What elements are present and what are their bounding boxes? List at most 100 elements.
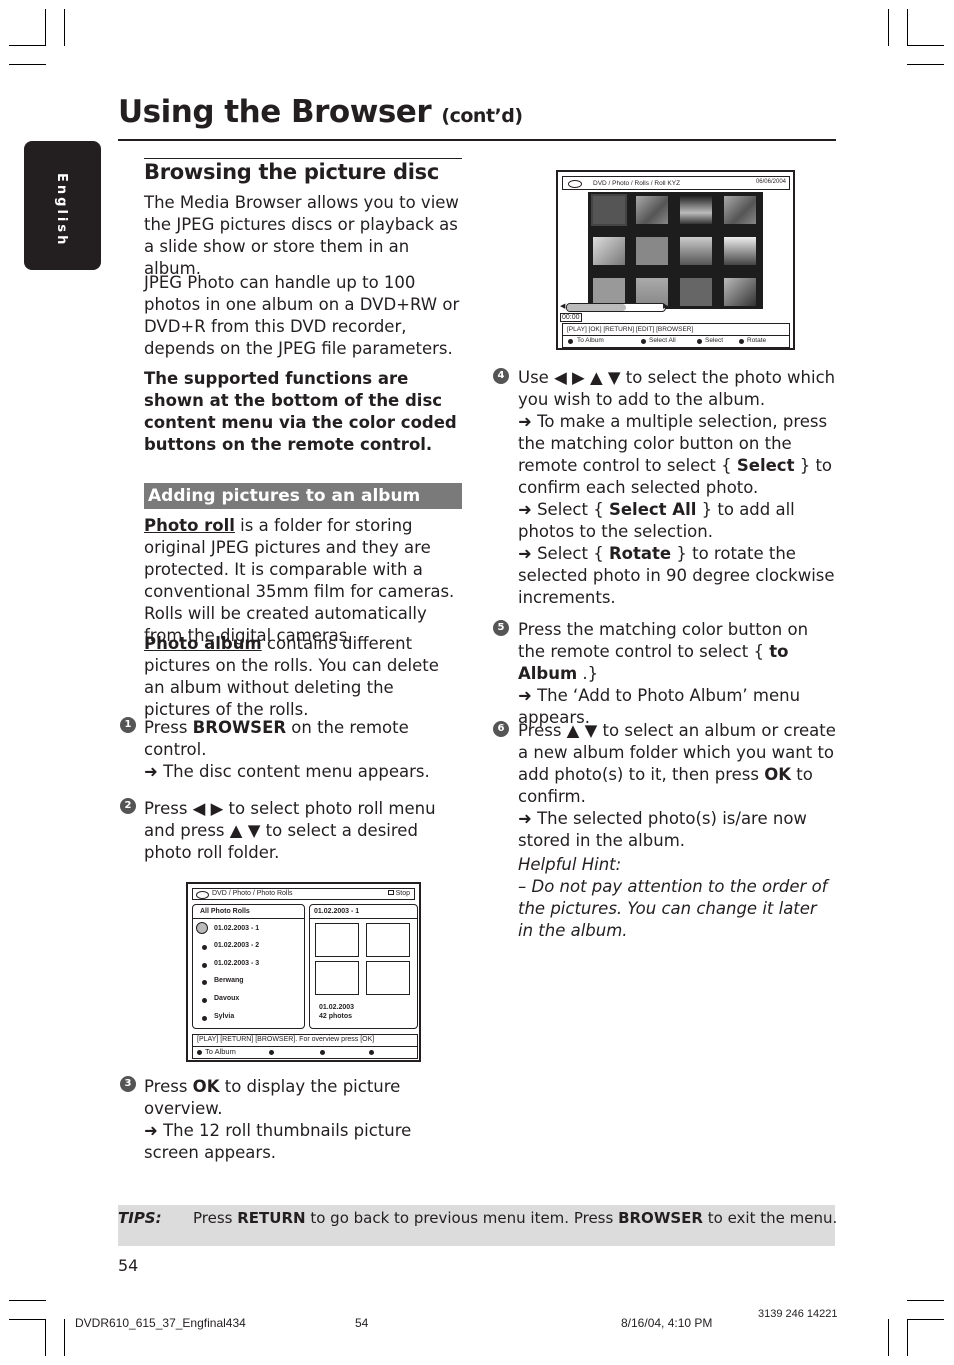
- capacity-paragraph: JPEG Photo can handle up to 100 photos i…: [144, 273, 460, 358]
- step-3-text: Press: [144, 1077, 193, 1096]
- crop-mark: [9, 1300, 46, 1301]
- roll-list-title: All Photo Rolls: [200, 908, 250, 915]
- hint-bar-text: [PLAY] [OK] [RETURN] [EDIT] [BROWSER]: [567, 326, 694, 333]
- intro-paragraph: The Media Browser allows you to view the…: [144, 193, 459, 278]
- crop-mark: [888, 1319, 889, 1356]
- step-5-text-end: .}: [577, 664, 599, 683]
- step-1-text: Press: [144, 718, 193, 737]
- photo-roll-desc: is a folder for storing original JPEG pi…: [144, 516, 455, 645]
- step-6-result: ➜ The selected photo(s) is/are now store…: [518, 809, 807, 850]
- roll-item[interactable]: 01.02.2003 - 1: [214, 925, 259, 932]
- step-number-3: 3: [120, 1076, 136, 1092]
- title-divider: [118, 139, 836, 141]
- page-title: Using the Browser (cont’d): [118, 94, 523, 130]
- bullet-icon: [202, 998, 207, 1003]
- roll-item[interactable]: Davoux: [214, 995, 239, 1002]
- color-button-dot[interactable]: [320, 1050, 325, 1055]
- helpful-hint: Helpful Hint: – Do not pay attention to t…: [518, 854, 828, 942]
- tips-box: TIPS: Press RETURN to go back to previou…: [118, 1205, 837, 1246]
- color-button-label[interactable]: To Album: [577, 337, 604, 344]
- time-slider[interactable]: [566, 303, 666, 312]
- supported-functions-note: The supported functions are shown at the…: [144, 369, 457, 454]
- tips-text: Press RETURN to go back to previous menu…: [193, 1209, 837, 1227]
- rewind-icon[interactable]: ◀: [560, 302, 565, 310]
- color-button-dot[interactable]: [369, 1050, 374, 1055]
- color-button-dot: [568, 339, 573, 344]
- preview-count: 42 photos: [319, 1013, 353, 1020]
- step-6-key: OK: [764, 765, 792, 784]
- photo-thumbnail[interactable]: [680, 278, 712, 306]
- color-button-label[interactable]: Rotate: [747, 337, 766, 344]
- crop-mark: [9, 64, 46, 65]
- screen-path: DVD / Photo / Rolls / Roll KYZ: [593, 180, 681, 187]
- step-4-key-select: Select: [736, 456, 795, 475]
- step-4: Use ◀ ▶ ▲ ▼ to select the photo which yo…: [518, 367, 838, 609]
- photo-thumbnail[interactable]: [724, 196, 756, 224]
- photo-thumbnail[interactable]: [636, 237, 668, 265]
- roll-item[interactable]: Berwang: [214, 977, 244, 984]
- step-4-text: Use ◀ ▶ ▲ ▼ to select the photo which yo…: [518, 368, 836, 409]
- photo-thumbnail[interactable]: [593, 237, 625, 265]
- crop-mark: [907, 45, 944, 46]
- screen-date: 06/06/2004: [755, 179, 786, 185]
- footer-datetime: 8/16/04, 4:10 PM: [621, 1316, 713, 1330]
- color-button-dot: [697, 339, 702, 344]
- screen-top-bar: DVD / Photo / Rolls / Roll KYZ 06/06/200…: [562, 176, 790, 190]
- crop-mark: [907, 9, 908, 46]
- tips-text-3: to exit the menu.: [702, 1209, 838, 1227]
- step-4-key-select-all: Select All: [608, 500, 697, 519]
- color-button-dot[interactable]: [269, 1050, 274, 1055]
- hint-bar-text: [PLAY] [RETURN] [BROWSER]. For overview …: [197, 1036, 375, 1043]
- time-readout: 00:00: [560, 313, 582, 322]
- crop-mark: [907, 1300, 944, 1301]
- step-number-5: 5: [493, 620, 509, 636]
- page-title-text: Using the Browser: [118, 94, 432, 130]
- photo-thumbnail[interactable]: [680, 196, 712, 224]
- step-5: Press the matching color button on the r…: [518, 619, 838, 729]
- step-3-result: ➜ The 12 roll thumbnails picture screen …: [144, 1121, 412, 1162]
- photo-thumbnail[interactable]: [636, 196, 668, 224]
- color-button-bar: To Album: [192, 1047, 418, 1059]
- hint-text: – Do not pay attention to the order of t…: [518, 877, 828, 940]
- photo-thumbnail[interactable]: [724, 278, 756, 306]
- language-tab-label: English: [54, 173, 69, 248]
- color-button-label[interactable]: To Album: [205, 1047, 236, 1056]
- photo-thumbnail[interactable]: [724, 237, 756, 265]
- step-3-key: OK: [192, 1077, 220, 1096]
- screen-top-bar: DVD / Photo / Photo Rolls Stop: [192, 888, 415, 900]
- bullet-icon: [202, 945, 207, 950]
- photo-thumbnail[interactable]: [680, 237, 712, 265]
- tips-label: TIPS:: [118, 1209, 162, 1227]
- preview-thumbnail: [315, 961, 359, 995]
- disc-icon: [196, 891, 209, 899]
- photo-thumbnail-selected[interactable]: [591, 194, 627, 226]
- step-2: Press ◀ ▶ to select photo roll menu and …: [144, 799, 436, 862]
- disc-icon: [568, 180, 582, 188]
- photo-thumbnail[interactable]: [593, 278, 625, 306]
- photo-roll-paragraph: Photo roll is a folder for storing origi…: [144, 515, 462, 647]
- color-button-bar: To Album Select All Select Rotate: [562, 336, 790, 348]
- thumbnail-grid: [588, 192, 763, 309]
- subsection-title: Adding pictures to an album: [144, 483, 462, 509]
- photo-album-term: Photo album: [144, 634, 262, 653]
- page-number: 54: [118, 1256, 139, 1275]
- roll-item[interactable]: 01.02.2003 - 3: [214, 960, 259, 967]
- tips-key-return: RETURN: [237, 1209, 306, 1227]
- section-divider: [144, 158, 462, 159]
- photo-roll-term: Photo roll: [144, 516, 235, 535]
- roll-item[interactable]: Sylvia: [214, 1013, 234, 1020]
- color-button-label[interactable]: Select All: [649, 337, 676, 344]
- page-title-suffix: (cont’d): [441, 105, 523, 127]
- roll-item[interactable]: 01.02.2003 - 2: [214, 942, 259, 949]
- preview-title: 01.02.2003 - 1: [314, 908, 360, 915]
- hint-bar: [PLAY] [OK] [RETURN] [EDIT] [BROWSER]: [562, 323, 790, 336]
- roll-list-panel: All Photo Rolls 01.02.2003 - 1 01.02.200…: [192, 904, 305, 1029]
- color-button-label[interactable]: Select: [705, 337, 723, 344]
- crop-mark: [907, 64, 944, 65]
- step-3: Press OK to display the picture overview…: [144, 1076, 464, 1164]
- forward-icon[interactable]: ▶: [663, 302, 668, 310]
- stop-icon: [387, 890, 394, 895]
- thumbnail-screen: DVD / Photo / Rolls / Roll KYZ 06/06/200…: [556, 170, 795, 350]
- preview-thumbnail: [366, 961, 410, 995]
- nav-cursor-icon: [196, 922, 208, 934]
